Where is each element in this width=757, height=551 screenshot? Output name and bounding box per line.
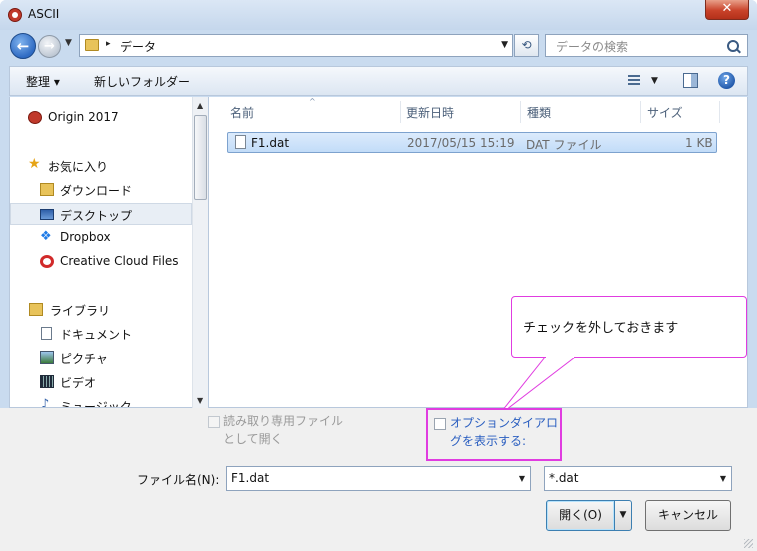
dialog-window: ASCII ✕ ← → ▼ ▸ データ ▼ ⟲ データの検索 整理 ▾ 新しいフ… bbox=[0, 0, 757, 551]
window-title: ASCII bbox=[28, 7, 60, 21]
cancel-button[interactable]: キャンセル bbox=[645, 500, 731, 531]
address-dropdown-icon[interactable]: ▼ bbox=[501, 40, 508, 50]
sidebar-item-label: ドキュメント bbox=[60, 328, 133, 342]
sidebar-item-label: ライブラリ bbox=[50, 304, 111, 318]
search-input[interactable]: データの検索 bbox=[545, 34, 748, 57]
column-header-modified[interactable]: 更新日時 bbox=[406, 104, 454, 121]
scrollbar-thumb[interactable] bbox=[194, 115, 207, 200]
folder-icon bbox=[85, 39, 99, 51]
breadcrumb-arrow-icon[interactable]: ▸ bbox=[106, 39, 111, 49]
breadcrumb-location[interactable]: データ bbox=[120, 38, 156, 55]
navigation-pane: Origin 2017 ★ お気に入り ダウンロード デスクトップ ❖ Drop… bbox=[9, 97, 208, 408]
preview-pane-icon[interactable] bbox=[683, 73, 698, 88]
file-row[interactable]: F1.dat 2017/05/15 15:19 DAT ファイル 1 KB bbox=[227, 132, 717, 153]
file-modified: 2017/05/15 15:19 bbox=[407, 136, 515, 150]
video-icon bbox=[40, 375, 54, 388]
sidebar-item-label: ダウンロード bbox=[60, 184, 133, 198]
sidebar-item-label: ピクチャ bbox=[60, 352, 108, 366]
command-toolbar: 整理 ▾ 新しいフォルダー ▼ ? bbox=[9, 66, 748, 96]
sidebar-item-downloads[interactable]: ダウンロード bbox=[10, 179, 192, 201]
navigation-bar: ← → ▼ ▸ データ ▼ ⟲ データの検索 bbox=[0, 30, 757, 62]
column-divider[interactable] bbox=[640, 101, 641, 123]
sidebar-item-label: お気に入り bbox=[48, 160, 109, 174]
refresh-button[interactable]: ⟲ bbox=[514, 34, 539, 57]
chevron-down-icon[interactable]: ▼ bbox=[519, 474, 525, 483]
sidebar-item-favorites[interactable]: ★ お気に入り bbox=[10, 155, 192, 177]
history-dropdown-icon[interactable]: ▼ bbox=[65, 38, 72, 48]
column-header-size[interactable]: サイズ bbox=[647, 104, 683, 121]
address-bar[interactable]: ▸ データ ▼ bbox=[79, 34, 513, 57]
readonly-checkbox[interactable] bbox=[208, 416, 220, 428]
origin-icon bbox=[28, 111, 42, 124]
sidebar-item-libraries[interactable]: ライブラリ bbox=[10, 299, 192, 321]
view-options-icon[interactable] bbox=[628, 75, 640, 86]
file-list: 名前 ^ 更新日時 種類 サイズ F1.dat 2017/05/15 15:19… bbox=[208, 97, 748, 408]
column-divider[interactable] bbox=[400, 101, 401, 123]
column-header-type[interactable]: 種類 bbox=[527, 104, 551, 121]
open-dropdown-button[interactable]: ▼ bbox=[614, 500, 632, 531]
file-type-select[interactable]: *.dat ▼ bbox=[544, 466, 732, 491]
resize-grip[interactable] bbox=[744, 539, 753, 548]
forward-button[interactable]: → bbox=[38, 35, 61, 58]
sidebar-item-label: Creative Cloud Files bbox=[60, 254, 179, 268]
scroll-down-icon[interactable]: ▼ bbox=[197, 396, 203, 405]
file-icon bbox=[235, 135, 246, 149]
sidebar-item-label: ビデオ bbox=[60, 376, 97, 390]
show-options-label[interactable]: オプションダイアログを表示する: bbox=[450, 414, 560, 450]
new-folder-button[interactable]: 新しいフォルダー bbox=[94, 73, 190, 90]
search-icon[interactable] bbox=[727, 40, 739, 52]
document-icon bbox=[41, 327, 52, 340]
music-icon: ♪ bbox=[41, 397, 50, 408]
annotation-callout: チェックを外しておきます bbox=[511, 296, 747, 358]
desktop-icon bbox=[40, 209, 54, 220]
sidebar-item-label: Origin 2017 bbox=[48, 110, 119, 124]
sidebar-item-desktop[interactable]: デスクトップ bbox=[10, 203, 192, 225]
chevron-down-icon[interactable]: ▼ bbox=[720, 474, 726, 483]
file-size: 1 KB bbox=[685, 136, 713, 150]
file-name: F1.dat bbox=[251, 136, 290, 150]
sidebar-item-origin[interactable]: Origin 2017 bbox=[10, 107, 192, 129]
dialog-footer: 読み取り専用ファイルとして開く オプションダイアログを表示する: ファイル名(N… bbox=[0, 408, 757, 551]
scroll-up-icon[interactable]: ▲ bbox=[197, 101, 203, 110]
sidebar-item-creative-cloud[interactable]: Creative Cloud Files bbox=[10, 251, 192, 273]
search-placeholder: データの検索 bbox=[556, 40, 629, 54]
sidebar-item-pictures[interactable]: ピクチャ bbox=[10, 347, 192, 369]
star-icon: ★ bbox=[28, 156, 41, 172]
sidebar-item-music[interactable]: ♪ ミュージック bbox=[10, 395, 192, 408]
close-button[interactable]: ✕ bbox=[705, 0, 749, 20]
dropbox-icon: ❖ bbox=[40, 229, 52, 244]
sidebar-item-videos[interactable]: ビデオ bbox=[10, 371, 192, 393]
open-button[interactable]: 開く(O) bbox=[546, 500, 615, 531]
options-highlight-box: オプションダイアログを表示する: bbox=[426, 408, 562, 461]
sidebar-scrollbar[interactable]: ▲ ▼ bbox=[192, 97, 208, 408]
readonly-label: 読み取り専用ファイルとして開く bbox=[223, 414, 344, 446]
download-folder-icon bbox=[40, 183, 54, 196]
filename-label: ファイル名(N): bbox=[137, 473, 220, 487]
sort-ascending-icon: ^ bbox=[309, 97, 316, 106]
sidebar-item-label: ミュージック bbox=[60, 400, 132, 408]
creative-cloud-icon bbox=[40, 255, 54, 268]
organize-button[interactable]: 整理 ▾ bbox=[26, 73, 60, 90]
picture-icon bbox=[40, 351, 54, 364]
filename-value: F1.dat bbox=[231, 471, 270, 485]
sidebar-item-label: Dropbox bbox=[60, 230, 111, 244]
file-type-value: *.dat bbox=[549, 471, 579, 485]
column-divider[interactable] bbox=[520, 101, 521, 123]
sidebar-item-documents[interactable]: ドキュメント bbox=[10, 323, 192, 345]
title-bar: ASCII ✕ bbox=[0, 0, 757, 30]
help-icon[interactable]: ? bbox=[718, 72, 735, 89]
callout-text: チェックを外しておきます bbox=[523, 321, 679, 336]
app-icon bbox=[8, 8, 22, 22]
column-header-name[interactable]: 名前 bbox=[230, 104, 254, 121]
view-dropdown-icon[interactable]: ▼ bbox=[651, 76, 658, 86]
back-button[interactable]: ← bbox=[10, 33, 36, 59]
column-divider[interactable] bbox=[719, 101, 720, 123]
show-options-checkbox[interactable] bbox=[434, 418, 446, 430]
sidebar-item-label: デスクトップ bbox=[60, 209, 133, 223]
sidebar-item-dropbox[interactable]: ❖ Dropbox bbox=[10, 227, 192, 249]
filename-input[interactable]: F1.dat ▼ bbox=[226, 466, 531, 491]
library-icon bbox=[29, 303, 43, 316]
file-type: DAT ファイル bbox=[526, 138, 602, 152]
